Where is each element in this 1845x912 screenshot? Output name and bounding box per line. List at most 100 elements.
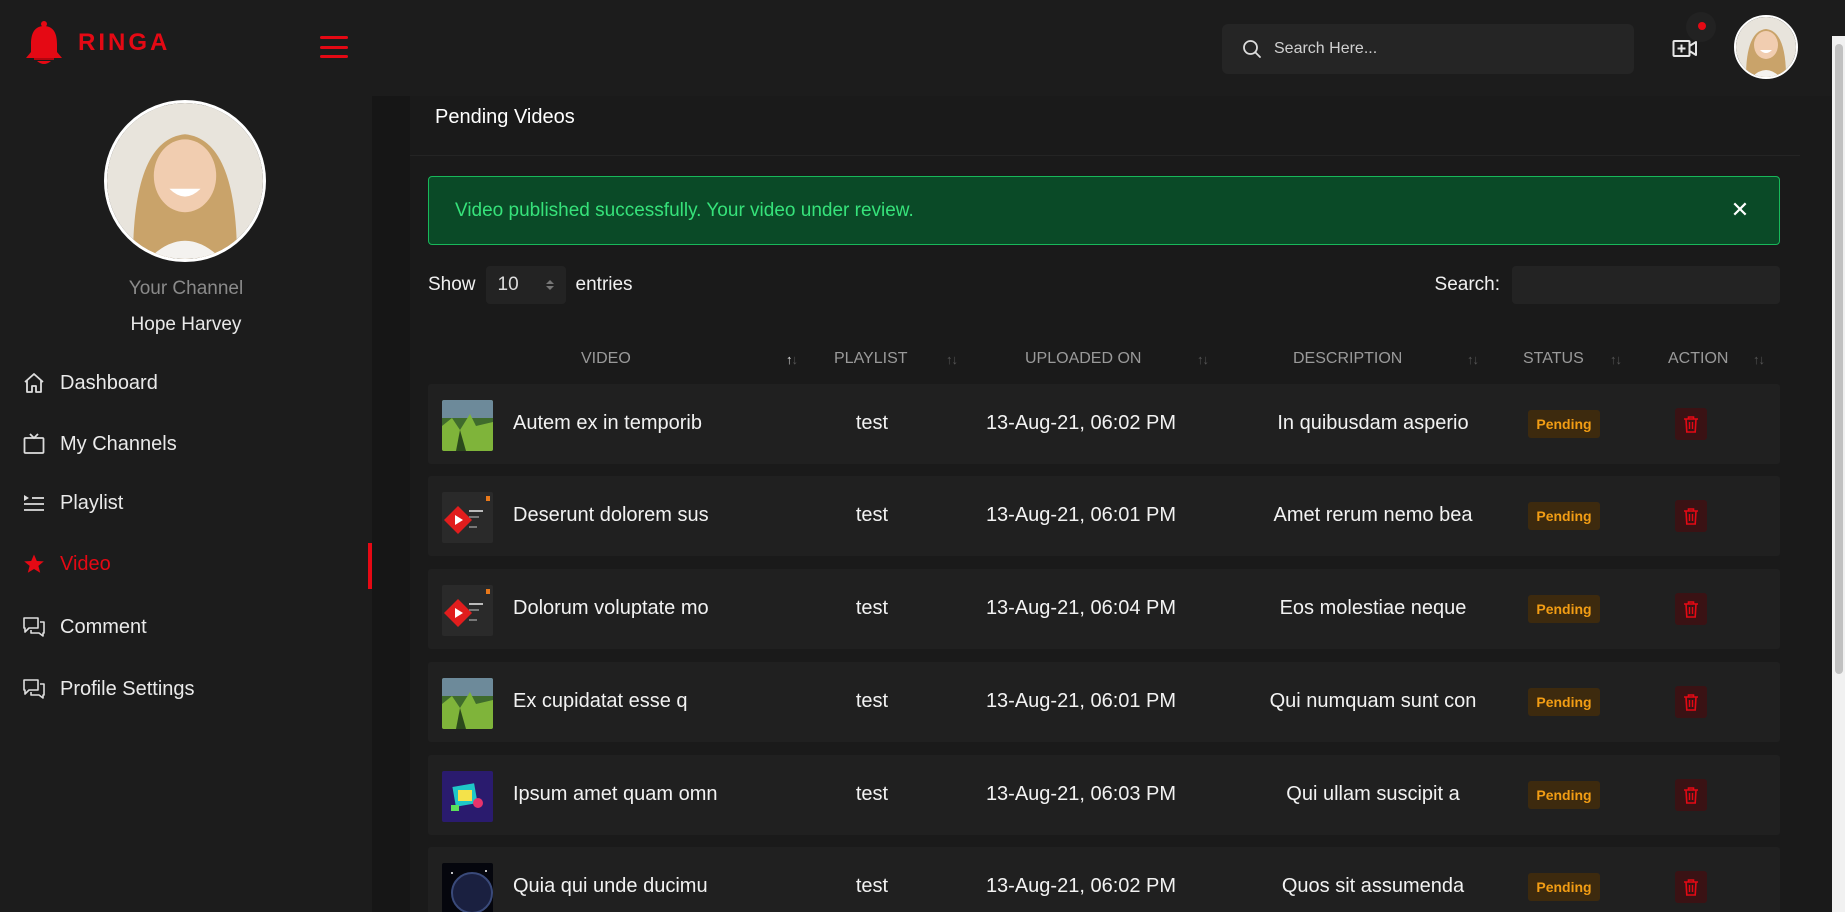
column-header-playlist[interactable]: PLAYLIST [834,350,908,368]
sort-icon[interactable]: ↑↓ [1467,352,1479,367]
chevron-updown-icon [545,280,554,290]
success-alert: Video published successfully. Your video… [428,176,1780,245]
trash-icon [1684,787,1698,804]
column-header-description[interactable]: DESCRIPTION [1293,350,1402,368]
delete-button[interactable] [1675,871,1707,903]
sidebar-item-label: Video [60,552,111,575]
entries-length-control: Show 10 entries [428,266,633,304]
video-thumbnail[interactable] [442,400,493,451]
entries-label: entries [575,274,633,295]
description-cell: In quibusdam asperio [1277,412,1469,434]
playlist-cell: test [855,875,889,897]
comment-icon [23,617,45,637]
description-cell: Eos molestiae neque [1279,597,1467,619]
video-title[interactable]: Quia qui unde ducimu [513,875,708,898]
playlist-cell: test [855,690,889,712]
sort-icon[interactable]: ↑↓ [946,352,958,367]
menu-toggle-button[interactable] [320,36,348,58]
delete-button[interactable] [1675,408,1707,440]
status-badge: Pending [1528,873,1600,901]
delete-button[interactable] [1675,686,1707,718]
sidebar-item-label: Dashboard [60,371,158,394]
channel-label: Your Channel [128,278,244,299]
uploaded-on-cell: 13-Aug-21, 06:03 PM [985,783,1177,805]
description-cell: Amet rerum nemo bea [1273,504,1473,526]
entries-select[interactable]: 10 [485,266,566,304]
sidebar-item-profile-settings[interactable]: Profile Settings [0,664,372,714]
avatar-image [1736,17,1796,77]
user-avatar[interactable] [1734,15,1798,79]
video-title[interactable]: Deserunt dolorem sus [513,504,709,527]
table-row[interactable]: Ipsum amet quam omn test 13-Aug-21, 06:0… [428,755,1780,835]
channel-avatar[interactable] [104,100,266,262]
top-header: RINGA [0,0,1845,96]
video-thumbnail[interactable] [442,863,493,912]
video-title[interactable]: Ipsum amet quam omn [513,783,718,806]
video-thumbnail[interactable] [442,678,493,729]
home-icon [24,373,44,393]
tv-icon [23,433,45,454]
status-badge: Pending [1528,595,1600,623]
sort-icon[interactable]: ↑↓ [1610,352,1622,367]
sidebar-item-playlist[interactable]: Playlist [0,478,372,528]
search-input[interactable] [1274,40,1604,58]
playlist-cell: test [855,597,889,619]
trash-icon [1684,879,1698,896]
status-badge: Pending [1528,688,1600,716]
entries-value: 10 [497,274,519,295]
playlist-icon [24,495,44,511]
uploaded-on-cell: 13-Aug-21, 06:01 PM [985,504,1177,526]
uploaded-on-cell: 13-Aug-21, 06:02 PM [985,412,1177,434]
video-thumbnail[interactable] [442,492,493,543]
description-cell: Qui ullam suscipit a [1286,783,1460,805]
uploaded-on-cell: 13-Aug-21, 06:04 PM [985,597,1177,619]
status-badge: Pending [1528,410,1600,438]
video-thumbnail[interactable] [442,585,493,636]
page-scrollbar-thumb[interactable] [1835,44,1843,674]
sidebar-item-my-channels[interactable]: My Channels [0,419,372,469]
upload-video-button[interactable] [1670,34,1700,64]
playlist-cell: test [855,412,889,434]
sort-icon[interactable]: ↑↓ [1197,352,1209,367]
playlist-cell: test [855,504,889,526]
table-row[interactable]: Dolorum voluptate mo test 13-Aug-21, 06:… [428,569,1780,649]
video-add-icon [1672,40,1697,57]
video-title[interactable]: Autem ex in temporib [513,412,702,435]
delete-button[interactable] [1675,593,1707,625]
video-title[interactable]: Dolorum voluptate mo [513,597,709,620]
brand-name: RINGA [78,29,171,56]
video-thumbnail[interactable] [442,771,493,822]
sidebar-item-label: My Channels [60,432,177,455]
table-row[interactable]: Autem ex in temporib test 13-Aug-21, 06:… [428,384,1780,464]
description-cell: Qui numquam sunt con [1269,690,1477,712]
sidebar-item-dashboard[interactable]: Dashboard [0,358,372,408]
sidebar-item-comment[interactable]: Comment [0,602,372,652]
table-row[interactable]: Deserunt dolorem sus test 13-Aug-21, 06:… [428,476,1780,556]
sidebar: Your Channel Hope Harvey Dashboard My Ch… [0,96,372,912]
column-header-uploaded-on[interactable]: UPLOADED ON [1025,350,1141,368]
sort-icon[interactable]: ↑↓ [786,352,798,367]
video-title[interactable]: Ex cupidatat esse q [513,690,688,713]
show-label: Show [428,274,476,295]
delete-button[interactable] [1675,500,1707,532]
table-search-input[interactable] [1512,266,1780,304]
content-gutter [372,96,410,912]
sort-icon[interactable]: ↑↓ [1753,352,1765,367]
column-header-video[interactable]: VIDEO [581,350,631,368]
sidebar-item-label: Profile Settings [60,677,195,700]
close-icon[interactable]: ✕ [1729,199,1751,221]
brand-logo[interactable]: RINGA [24,20,170,66]
header-search [1222,24,1634,74]
delete-button[interactable] [1675,779,1707,811]
column-header-status[interactable]: STATUS [1523,350,1584,368]
sidebar-item-label: Playlist [60,491,124,514]
table-filter: Search: [1435,266,1780,304]
notification-dot [1698,22,1706,30]
trash-icon [1684,416,1698,433]
table-row[interactable]: Ex cupidatat esse q test 13-Aug-21, 06:0… [428,662,1780,742]
table-row[interactable]: Quia qui unde ducimu test 13-Aug-21, 06:… [428,847,1780,912]
trash-icon [1684,694,1698,711]
channel-name: Hope Harvey [130,314,242,335]
column-header-action[interactable]: ACTION [1668,350,1728,368]
sidebar-item-video[interactable]: Video [0,539,372,589]
